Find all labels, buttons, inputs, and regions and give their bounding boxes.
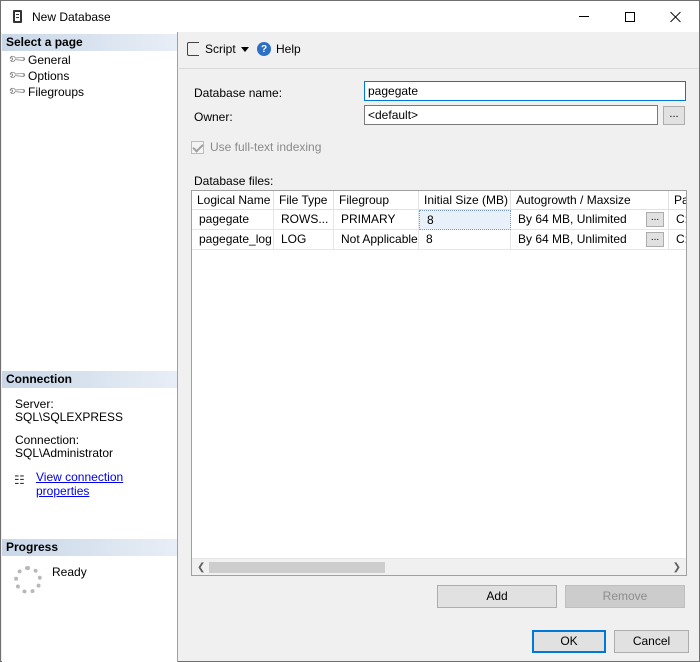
filegroup-cell[interactable]: PRIMARY bbox=[334, 210, 419, 230]
autogrowth-cell[interactable]: By 64 MB, Unlimited ... bbox=[511, 230, 669, 250]
column-header-file-type[interactable]: File Type bbox=[274, 191, 334, 210]
minimize-button[interactable] bbox=[561, 1, 607, 32]
ok-button[interactable]: OK bbox=[532, 630, 606, 653]
fulltext-indexing-label: Use full-text indexing bbox=[210, 140, 322, 154]
database-files-grid: Logical Name File Type Filegroup Initial… bbox=[191, 190, 687, 576]
progress-header: Progress bbox=[2, 539, 177, 556]
owner-input[interactable] bbox=[364, 105, 658, 125]
file-type-cell[interactable]: ROWS... bbox=[274, 210, 334, 230]
logical-name-cell[interactable]: pagegate bbox=[192, 210, 274, 230]
grid-header: Logical Name File Type Filegroup Initial… bbox=[192, 191, 686, 210]
page-item-label: General bbox=[28, 53, 71, 67]
progress-spinner-icon bbox=[14, 566, 42, 594]
script-button[interactable]: Script bbox=[187, 42, 236, 56]
scroll-left-icon[interactable]: ❮ bbox=[197, 562, 205, 573]
column-header-path[interactable]: Pa bbox=[669, 191, 686, 210]
logical-name-cell[interactable]: pagegate_log bbox=[192, 230, 274, 250]
script-icon bbox=[187, 42, 199, 56]
maximize-button[interactable] bbox=[607, 1, 653, 32]
owner-label: Owner: bbox=[194, 110, 233, 124]
server-label: Server: bbox=[15, 397, 54, 411]
database-name-label: Database name: bbox=[194, 86, 283, 100]
autogrowth-edit-button[interactable]: ... bbox=[646, 232, 664, 247]
column-header-initial-size[interactable]: Initial Size (MB) bbox=[419, 191, 511, 210]
page-item-label: Filegroups bbox=[28, 85, 85, 99]
initial-size-cell[interactable]: 8 bbox=[419, 210, 511, 230]
toolbar: Script ? Help bbox=[179, 32, 699, 69]
close-button[interactable] bbox=[653, 1, 699, 32]
horizontal-scrollbar[interactable]: ❮ ❯ bbox=[192, 558, 686, 575]
help-icon: ? bbox=[257, 42, 271, 56]
table-row[interactable]: pagegate ROWS... PRIMARY 8 By 64 MB, Unl… bbox=[192, 210, 686, 230]
connection-value: SQL\Administrator bbox=[15, 446, 114, 460]
database-app-icon bbox=[13, 10, 22, 23]
path-cell[interactable]: C: bbox=[669, 230, 686, 250]
help-button[interactable]: ? Help bbox=[257, 42, 301, 56]
database-files-label: Database files: bbox=[194, 174, 274, 188]
cancel-button[interactable]: Cancel bbox=[614, 630, 689, 653]
add-button[interactable]: Add bbox=[437, 585, 557, 608]
fulltext-indexing-checkbox[interactable] bbox=[191, 140, 204, 154]
path-cell[interactable]: C: bbox=[669, 210, 686, 230]
filegroup-cell[interactable]: Not Applicable bbox=[334, 230, 419, 250]
column-header-autogrowth[interactable]: Autogrowth / Maxsize bbox=[511, 191, 669, 210]
left-pane: Select a page 🔧︎ General 🔧︎ Options 🔧︎ F… bbox=[2, 32, 178, 662]
page-item-filegroups[interactable]: 🔧︎ Filegroups bbox=[6, 80, 85, 102]
autogrowth-value: By 64 MB, Unlimited bbox=[518, 212, 627, 226]
progress-status: Ready bbox=[52, 565, 87, 579]
window-title: New Database bbox=[32, 10, 111, 24]
view-connection-properties-link[interactable]: View connection properties bbox=[36, 470, 177, 498]
file-type-cell[interactable]: LOG bbox=[274, 230, 334, 250]
column-header-logical-name[interactable]: Logical Name bbox=[192, 191, 274, 210]
wrench-icon: 🔧︎ bbox=[6, 80, 28, 102]
maximize-icon bbox=[625, 11, 635, 22]
general-page-content: Database name: Owner: ... Use full-text … bbox=[179, 70, 699, 582]
database-name-input[interactable] bbox=[364, 81, 686, 101]
initial-size-cell[interactable]: 8 bbox=[419, 230, 511, 250]
fulltext-indexing-option: Use full-text indexing bbox=[191, 140, 321, 154]
title-bar: New Database bbox=[1, 1, 699, 32]
remove-button[interactable]: Remove bbox=[565, 585, 685, 608]
connection-label: Connection: bbox=[15, 433, 80, 447]
script-label: Script bbox=[205, 42, 236, 56]
server-value: SQL\SQLEXPRESS bbox=[15, 410, 124, 424]
column-header-filegroup[interactable]: Filegroup bbox=[334, 191, 419, 210]
page-item-label: Options bbox=[28, 69, 70, 83]
connection-header: Connection bbox=[2, 371, 177, 388]
scrollbar-thumb[interactable] bbox=[209, 562, 385, 573]
new-database-dialog: New Database Select a page 🔧︎ General 🔧︎… bbox=[0, 0, 700, 662]
script-dropdown-icon[interactable] bbox=[241, 47, 249, 52]
autogrowth-cell[interactable]: By 64 MB, Unlimited ... bbox=[511, 210, 669, 230]
select-page-header: Select a page bbox=[2, 34, 177, 51]
owner-browse-button[interactable]: ... bbox=[663, 106, 685, 125]
minimize-icon bbox=[579, 16, 589, 17]
scroll-right-icon[interactable]: ❯ bbox=[673, 562, 681, 573]
table-row[interactable]: pagegate_log LOG Not Applicable 8 By 64 … bbox=[192, 230, 686, 250]
connection-properties-icon: ☷ bbox=[14, 473, 25, 487]
close-icon bbox=[670, 11, 682, 23]
help-label: Help bbox=[276, 42, 301, 56]
autogrowth-edit-button[interactable]: ... bbox=[646, 212, 664, 227]
autogrowth-value: By 64 MB, Unlimited bbox=[518, 232, 627, 246]
